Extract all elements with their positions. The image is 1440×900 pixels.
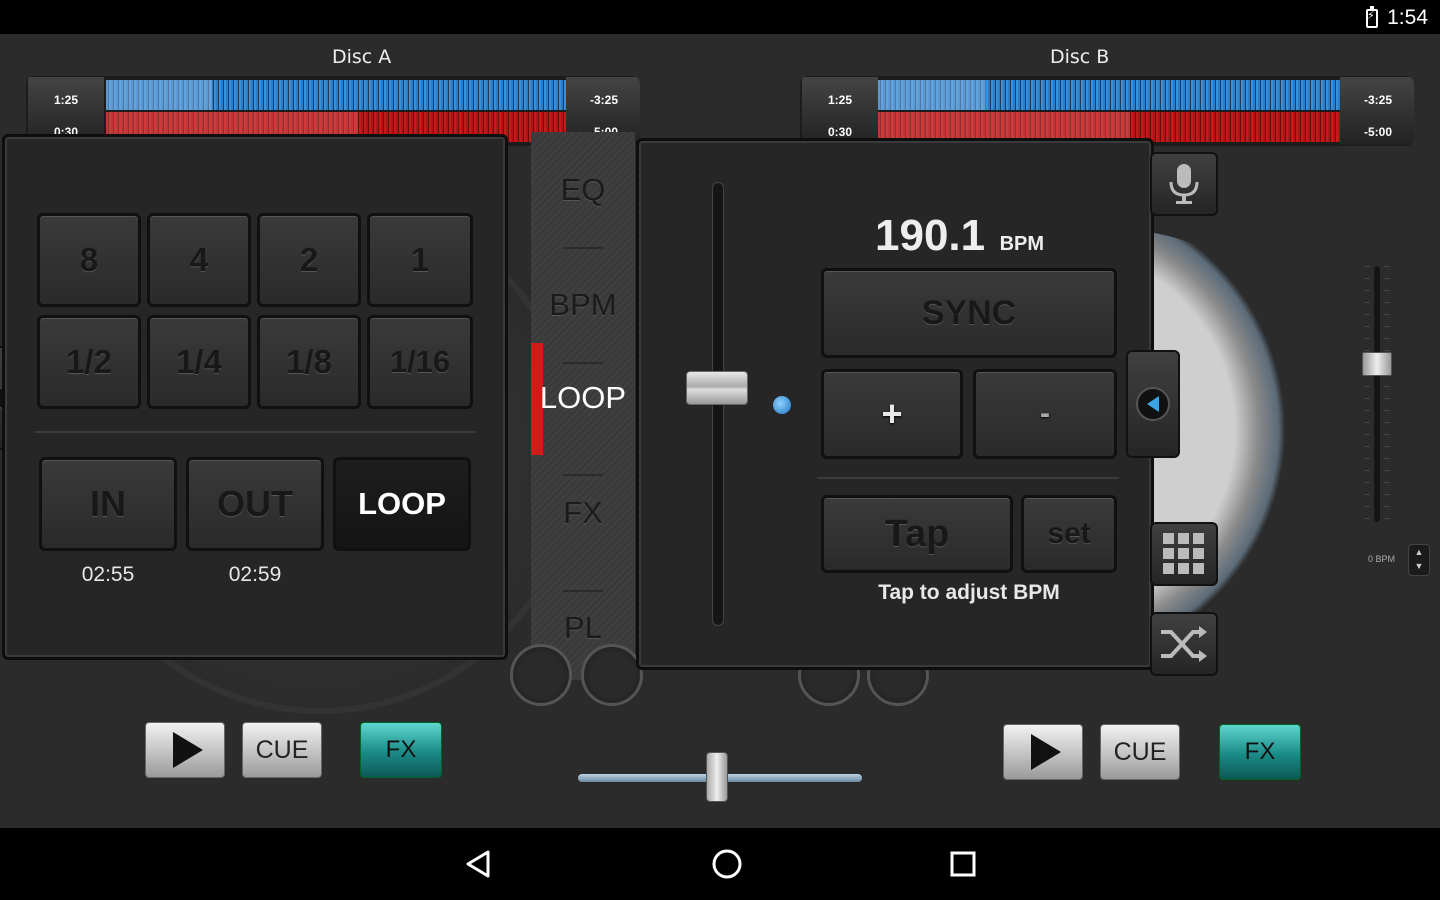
bpm-plus-button[interactable]: + bbox=[821, 369, 963, 459]
deck-b-bpm-label: 0 BPM bbox=[1368, 554, 1396, 564]
beat-button-4[interactable]: 4 bbox=[147, 213, 251, 307]
deck-a-cue-button[interactable]: CUE bbox=[242, 722, 322, 778]
beat-button-1-4[interactable]: 1/4 bbox=[147, 315, 251, 409]
deck-b-title: Disc B bbox=[1050, 46, 1110, 68]
mic-button[interactable] bbox=[1150, 152, 1218, 216]
bpm-minus-button[interactable]: - bbox=[973, 369, 1117, 459]
deck-b-pitch-slider[interactable] bbox=[1360, 266, 1394, 522]
tap-hint: Tap to adjust BPM bbox=[878, 581, 1060, 604]
bpm-value: 190.1 bbox=[875, 211, 986, 260]
bpm-up-icon[interactable]: ▲ bbox=[1409, 545, 1429, 559]
deck-a-title: Disc A bbox=[332, 46, 392, 68]
deck-b-time-left: 1:25 0:30 bbox=[802, 77, 878, 145]
deck-b-bpm-stepper[interactable]: ▲ ▼ bbox=[1408, 544, 1430, 576]
deck-b-waveform[interactable]: 1:25 0:30 -3:25 -5:00 bbox=[800, 76, 1414, 146]
home-icon bbox=[712, 849, 742, 879]
mic-icon bbox=[1169, 164, 1199, 204]
deck-a-knob-2[interactable] bbox=[581, 644, 643, 706]
beat-button-1-16[interactable]: 1/16 bbox=[367, 315, 473, 409]
loop-toggle-button[interactable]: LOOP bbox=[333, 457, 471, 551]
loop-out-button[interactable]: OUT bbox=[186, 457, 324, 551]
tab-fx[interactable]: FX bbox=[531, 455, 635, 570]
loop-out-time: 02:59 bbox=[228, 563, 282, 586]
loop-in-button[interactable]: IN bbox=[39, 457, 177, 551]
grid-button[interactable] bbox=[1150, 522, 1218, 586]
recents-icon bbox=[950, 851, 976, 877]
deck-a-play-button[interactable] bbox=[145, 722, 225, 778]
bpm-divider bbox=[817, 477, 1119, 479]
deck-b-collapse-button[interactable] bbox=[1126, 350, 1180, 458]
deck-b-cue-button[interactable]: CUE bbox=[1100, 724, 1180, 780]
back-icon bbox=[466, 850, 490, 878]
beat-button-1-8[interactable]: 1/8 bbox=[257, 315, 361, 409]
deck-b-pitch-handle[interactable] bbox=[1362, 352, 1392, 376]
play-icon bbox=[1031, 734, 1061, 770]
battery-icon bbox=[1366, 6, 1378, 28]
beat-button-1-2[interactable]: 1/2 bbox=[37, 315, 141, 409]
deck-a-knob-1[interactable] bbox=[510, 644, 572, 706]
beat-button-8[interactable]: 8 bbox=[37, 213, 141, 307]
deck-b-time-right: -3:25 -5:00 bbox=[1340, 77, 1414, 145]
dj-app: Disc A 1:25 0:30 -3:25 -5:00 Disc B 1:25… bbox=[0, 34, 1440, 828]
deck-b-wave-blue bbox=[878, 80, 1340, 110]
shuffle-icon bbox=[1161, 626, 1207, 662]
beat-button-1[interactable]: 1 bbox=[367, 213, 473, 307]
mixer-tabs: EQ BPM LOOP FX PL bbox=[531, 132, 635, 680]
bpm-down-icon[interactable]: ▼ bbox=[1409, 559, 1429, 573]
status-time: 1:54 bbox=[1387, 6, 1428, 29]
deck-a-fx-button[interactable]: FX bbox=[360, 722, 442, 778]
status-bar: 1:54 bbox=[0, 0, 1440, 34]
back-button[interactable] bbox=[458, 846, 498, 882]
left-arrow-icon bbox=[1136, 387, 1170, 421]
beat-button-2[interactable]: 2 bbox=[257, 213, 361, 307]
sync-indicator bbox=[773, 396, 791, 414]
tap-button[interactable]: Tap bbox=[821, 495, 1013, 573]
sync-button[interactable]: SYNC bbox=[821, 268, 1117, 358]
loop-divider bbox=[35, 431, 475, 433]
shuffle-button[interactable] bbox=[1150, 612, 1218, 676]
recents-button[interactable] bbox=[943, 846, 983, 882]
loop-panel: 8 4 2 1 1/2 1/4 1/8 1/16 IN OUT LOOP 02:… bbox=[2, 134, 508, 660]
set-button[interactable]: set bbox=[1021, 495, 1117, 573]
deck-a-wave-blue bbox=[106, 80, 566, 110]
pitch-slider-handle[interactable] bbox=[686, 371, 748, 405]
android-nav-bar bbox=[0, 828, 1440, 900]
play-icon bbox=[173, 732, 203, 768]
loop-in-time: 02:55 bbox=[81, 563, 135, 586]
deck-b-fx-button[interactable]: FX bbox=[1219, 724, 1301, 780]
tab-loop[interactable]: LOOP bbox=[531, 340, 635, 455]
home-button[interactable] bbox=[707, 846, 747, 882]
crossfader-handle[interactable] bbox=[706, 752, 728, 802]
bpm-unit: BPM bbox=[999, 233, 1045, 255]
bpm-readout: 190.1 BPM bbox=[875, 211, 1044, 261]
deck-b-play-button[interactable] bbox=[1003, 724, 1083, 780]
tab-eq[interactable]: EQ bbox=[531, 132, 635, 247]
grid-icon bbox=[1163, 533, 1204, 574]
